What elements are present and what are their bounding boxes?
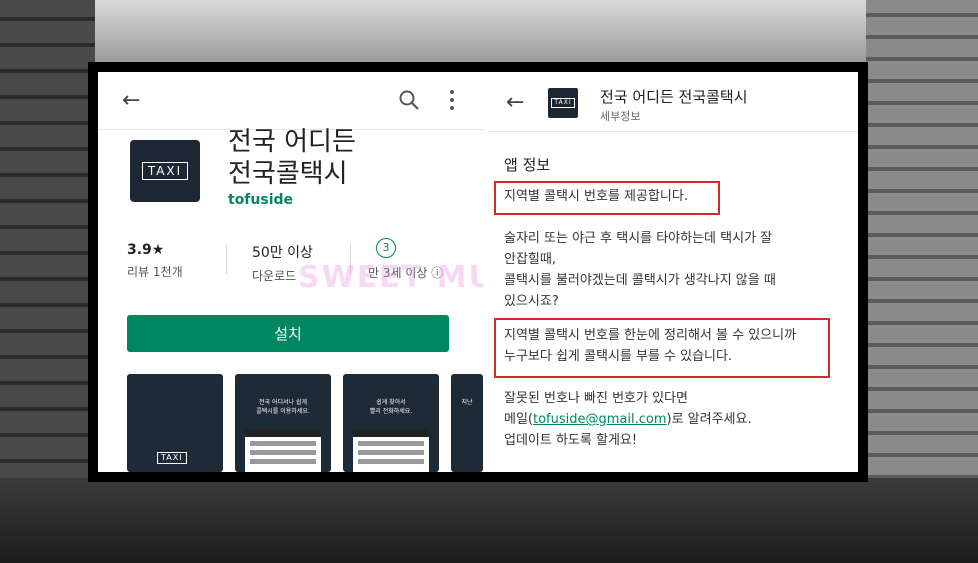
install-button[interactable]: 설치 [127,315,449,352]
screenshot-caption: 쉽게 찾아서 빨리 전화하세요. [369,399,413,415]
description-line: 지역별 콜택시 번호를 제공합니다. [504,189,688,204]
app-title: 전국 어디든 전국콜택시 [228,127,356,189]
app-details-page: ← TAXI 전국 어디든 전국콜택시 세부정보 앱 정보 지역별 콜택시 번호… [488,72,858,472]
taxi-logo-text: TAXI [157,452,187,464]
app-store-page: ← TAXI 전국 어디든 전국콜택시 tofuside 3.9★ 리뷰 1천개 [98,72,483,472]
more-options-icon[interactable] [449,90,455,112]
age-rating-badge: 3 [376,238,396,258]
developer-link[interactable]: tofuside [228,192,293,208]
phone-preview [353,429,429,472]
screenshot-frame: ← TAXI 전국 어디든 전국콜택시 tofuside 3.9★ 리뷰 1천개 [88,62,868,482]
search-icon[interactable] [398,89,420,111]
app-icon: TAXI [130,140,200,202]
app-icon-small: TAXI [548,88,578,118]
back-arrow-icon[interactable]: ← [122,90,140,112]
back-arrow-icon[interactable]: ← [506,92,524,114]
phone-preview [245,429,321,472]
page-subtitle: 세부정보 [600,110,641,123]
background-sky [0,0,978,62]
background-street [0,478,978,563]
top-bar: ← TAXI 전국 어디든 전국콜택시 세부정보 [488,72,858,132]
watermark: SWEET MUSEUM STORY [298,260,483,295]
screenshot-caption: 지난 [461,399,473,406]
top-bar: ← [98,72,483,130]
taxi-logo-text: TAXI [551,98,575,108]
screenshot-thumbnail[interactable]: TAXI [127,374,223,472]
description-paragraph: 술자리 또는 야근 후 택시를 타야하는데 택시가 잘 안잡힐때, 콜택시를 불… [504,231,776,309]
description-paragraph: 지역별 콜택시 번호를 한눈에 정리해서 볼 수 있으니까 누구보다 쉽게 콜택… [504,328,797,364]
screenshot-thumbnail[interactable]: 쉽게 찾아서 빨리 전화하세요. [343,374,439,472]
divider [226,244,227,274]
screenshot-thumbnail[interactable]: 지난 [451,374,483,472]
section-heading: 앱 정보 [504,156,551,174]
screenshot-caption: 전국 어디서나 쉽게 콜택시를 이용하세요. [256,399,310,415]
rating-stat: 3.9★ 리뷰 1천개 [127,242,183,279]
taxi-logo-text: TAXI [141,162,189,180]
page-title: 전국 어디든 전국콜택시 [600,88,748,106]
email-link[interactable]: tofuside@gmail.com [533,412,667,427]
description-paragraph: 잘못된 번호나 빠진 번호가 있다면 메일(tofuside@gmail.com… [504,391,752,448]
screenshot-thumbnail[interactable]: 전국 어디서나 쉽게 콜택시를 이용하세요. [235,374,331,472]
